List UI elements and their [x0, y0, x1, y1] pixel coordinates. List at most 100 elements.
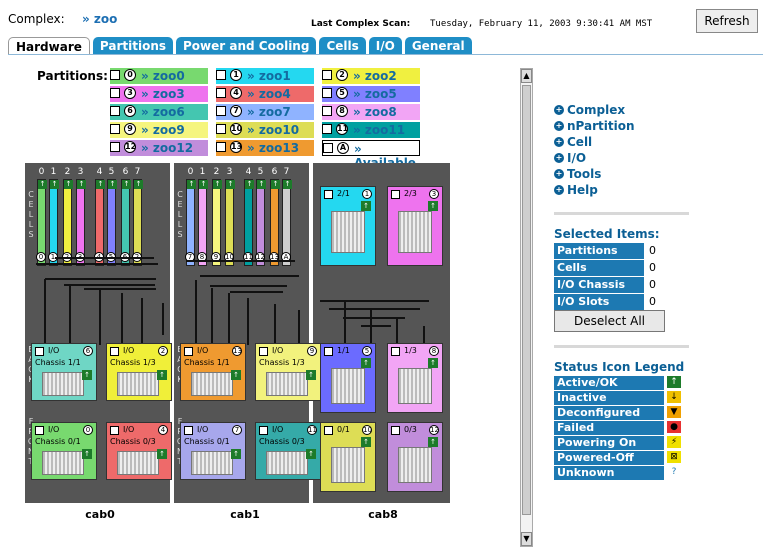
partition-checkbox[interactable]	[323, 143, 333, 153]
refresh-button[interactable]: Refresh	[696, 9, 758, 33]
partition-item-0[interactable]: 0 » zoo0	[110, 68, 208, 84]
partition-checkbox[interactable]	[110, 124, 120, 134]
partition-checkbox[interactable]	[216, 70, 226, 80]
scroll-up-button[interactable]: ▲	[521, 69, 532, 83]
block-checkbox[interactable]	[324, 190, 333, 199]
partition-item-2[interactable]: 2 » zoo2	[322, 68, 420, 84]
nav-item-cell[interactable]: + Cell	[554, 134, 694, 150]
partition-checkbox[interactable]	[216, 106, 226, 116]
partition-link[interactable]: » zoo4	[247, 87, 291, 101]
partition-item-11[interactable]: 11 » zoo11	[322, 122, 420, 138]
active-status-icon: ↑	[428, 358, 438, 368]
partition-checkbox[interactable]	[216, 142, 226, 152]
cab8-bottom-block[interactable]: 1/3 8 ↑	[387, 343, 443, 413]
nav-item-tools[interactable]: + Tools	[554, 166, 694, 182]
cab8-bottom-block[interactable]: 0/3 12 ↑	[387, 422, 443, 492]
partition-checkbox[interactable]	[322, 106, 332, 116]
partition-checkbox[interactable]	[110, 142, 120, 152]
partition-link[interactable]: » zoo9	[141, 123, 185, 137]
partition-checkbox[interactable]	[110, 70, 120, 80]
partition-item-3[interactable]: 3 » zoo3	[110, 86, 208, 102]
partition-link[interactable]: » zoo3	[141, 87, 185, 101]
block-checkbox[interactable]	[391, 190, 400, 199]
complex-label: Complex:	[8, 12, 65, 26]
partition-link[interactable]: » zoo2	[353, 69, 397, 83]
io-chassis[interactable]: I/O 2 Chassis 1/3 ↑	[106, 343, 172, 401]
partition-link[interactable]: » zoo11	[353, 123, 405, 137]
plus-icon: +	[554, 185, 564, 195]
nav-item-help[interactable]: + Help	[554, 182, 694, 198]
partition-item-A[interactable]: A» Available	[322, 140, 420, 170]
complex-link[interactable]: » zoo	[82, 12, 117, 26]
partition-link[interactable]: » zoo10	[247, 123, 299, 137]
chassis-checkbox[interactable]	[35, 347, 44, 356]
selected-row: Cells 0	[554, 260, 664, 276]
legend-row: Deconfigured ▼	[554, 406, 693, 420]
io-chassis[interactable]: I/O 6 Chassis 1/1 ↑	[31, 343, 97, 401]
partition-checkbox[interactable]	[322, 70, 332, 80]
io-chassis[interactable]: I/O 11 Chassis 0/3 ↑	[255, 422, 321, 480]
partition-item-8[interactable]: 8 » zoo8	[322, 104, 420, 120]
deselect-all-button[interactable]: Deselect All	[554, 310, 665, 332]
partition-item-1[interactable]: 1 » zoo1	[216, 68, 314, 84]
partition-checkbox[interactable]	[216, 88, 226, 98]
partition-item-10[interactable]: 10 » zoo10	[216, 122, 314, 138]
partition-link[interactable]: » zoo5	[353, 87, 397, 101]
partition-checkbox[interactable]	[322, 88, 332, 98]
tab-cells[interactable]: Cells	[319, 37, 366, 55]
partition-link[interactable]: » zoo1	[247, 69, 291, 83]
io-chassis[interactable]: I/O 9 Chassis 1/3 ↑	[255, 343, 321, 401]
block-checkbox[interactable]	[324, 347, 333, 356]
io-chassis[interactable]: I/O 13 Chassis 1/1 ↑	[180, 343, 246, 401]
nav-item-complex[interactable]: + Complex	[554, 102, 694, 118]
partition-item-6[interactable]: 6 » zoo6	[110, 104, 208, 120]
partition-number-icon: 10	[230, 123, 243, 135]
io-chassis[interactable]: I/O 7 Chassis 0/1 ↑	[180, 422, 246, 480]
partition-checkbox[interactable]	[322, 124, 332, 134]
partition-link[interactable]: » zoo7	[247, 105, 291, 119]
partition-link[interactable]: » zoo6	[141, 105, 185, 119]
tab-general[interactable]: General	[404, 37, 472, 55]
partition-item-4[interactable]: 4 » zoo4	[216, 86, 314, 102]
block-checkbox[interactable]	[391, 347, 400, 356]
scroll-thumb[interactable]	[522, 85, 531, 515]
block-checkbox[interactable]	[391, 426, 400, 435]
partition-checkbox[interactable]	[110, 106, 120, 116]
block-checkbox[interactable]	[324, 426, 333, 435]
selected-row: I/O Slots 0	[554, 294, 664, 310]
chassis-checkbox[interactable]	[35, 426, 44, 435]
partition-checkbox[interactable]	[216, 124, 226, 134]
partition-item-12[interactable]: 12 » zoo12	[110, 140, 208, 156]
partition-link[interactable]: » zoo0	[141, 69, 185, 83]
cab8-bottom-block[interactable]: 0/1 10 ↑	[320, 422, 376, 492]
partition-item-5[interactable]: 5 » zoo5	[322, 86, 420, 102]
active-status-icon: ↑	[428, 437, 438, 447]
partition-link[interactable]: » zoo13	[247, 141, 299, 155]
partition-link[interactable]: » zoo8	[353, 105, 397, 119]
chassis-checkbox[interactable]	[110, 347, 119, 356]
chassis-checkbox[interactable]	[259, 426, 268, 435]
tab-partitions[interactable]: Partitions	[92, 37, 174, 55]
scroll-down-button[interactable]: ▼	[521, 532, 532, 546]
vertical-scrollbar[interactable]: ▲ ▼	[520, 68, 533, 547]
cab8-bottom-block[interactable]: 1/1 5 ↑	[320, 343, 376, 413]
tab-hardware[interactable]: Hardware	[8, 37, 90, 55]
partition-link[interactable]: » zoo12	[141, 141, 193, 155]
partition-checkbox[interactable]	[110, 88, 120, 98]
partition-item-9[interactable]: 9 » zoo9	[110, 122, 208, 138]
chassis-checkbox[interactable]	[184, 426, 193, 435]
cab8-top-block[interactable]: 2/3 3 ↑	[387, 186, 443, 266]
nav-item-i-o[interactable]: + I/O	[554, 150, 694, 166]
partition-item-7[interactable]: 7 » zoo7	[216, 104, 314, 120]
nav-item-npartition[interactable]: + nPartition	[554, 118, 694, 134]
io-chassis[interactable]: I/O 4 Chassis 0/3 ↑	[106, 422, 172, 480]
chassis-checkbox[interactable]	[259, 347, 268, 356]
cab8-top-block[interactable]: 2/1 1 ↑	[320, 186, 376, 266]
chassis-checkbox[interactable]	[184, 347, 193, 356]
legend-label: Deconfigured	[554, 406, 664, 420]
chassis-checkbox[interactable]	[110, 426, 119, 435]
partition-item-13[interactable]: 13 » zoo13	[216, 140, 314, 156]
io-chassis[interactable]: I/O 0 Chassis 0/1 ↑	[31, 422, 97, 480]
tab-io[interactable]: I/O	[368, 37, 402, 55]
tab-power-and-cooling[interactable]: Power and Cooling	[176, 37, 317, 55]
